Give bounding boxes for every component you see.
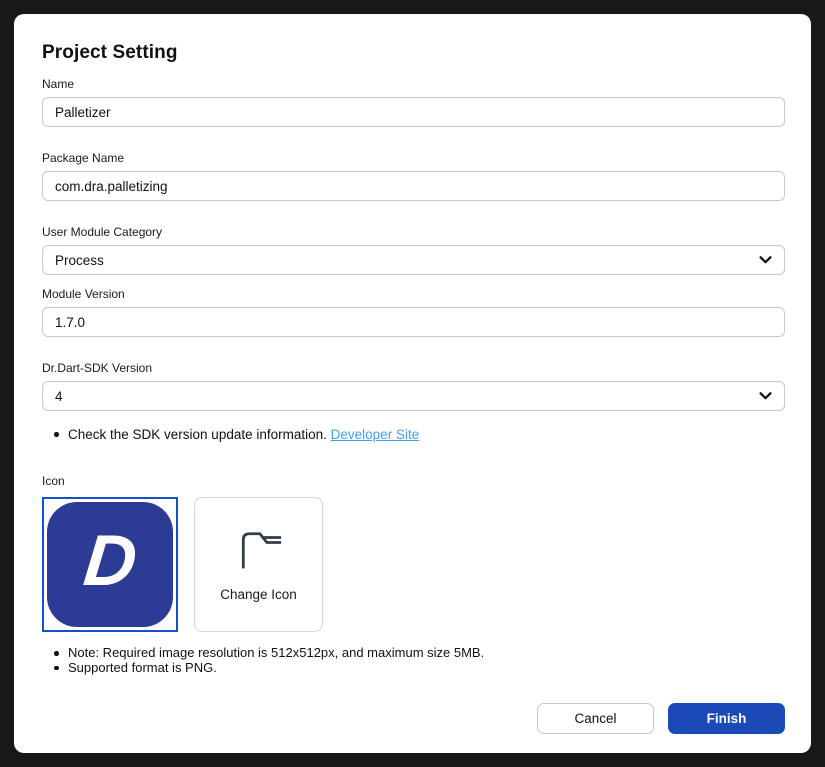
sdk-note-item: Check the SDK version update information… xyxy=(42,427,785,442)
chevron-down-icon xyxy=(759,392,772,400)
app-icon: D xyxy=(47,502,173,627)
category-label: User Module Category xyxy=(42,225,785,239)
note-item: Supported format is PNG. xyxy=(42,661,785,676)
name-input[interactable] xyxy=(42,97,785,127)
module-version-field-group: Module Version xyxy=(42,287,785,337)
category-select[interactable]: Process xyxy=(42,245,785,275)
folder-icon xyxy=(235,527,283,571)
module-version-input[interactable] xyxy=(42,307,785,337)
package-name-field-group: Package Name xyxy=(42,151,785,201)
module-version-label: Module Version xyxy=(42,287,785,301)
app-icon-letter: D xyxy=(81,525,141,597)
project-setting-dialog: Project Setting Name Package Name User M… xyxy=(14,14,811,753)
category-field-group: User Module Category Process xyxy=(42,225,785,275)
package-name-input[interactable] xyxy=(42,171,785,201)
notes-list: Note: Required image resolution is 512x5… xyxy=(42,646,785,675)
icon-section-label: Icon xyxy=(42,474,785,488)
developer-site-link[interactable]: Developer Site xyxy=(331,427,420,442)
icon-row: D Change Icon xyxy=(42,497,785,632)
sdk-version-label: Dr.Dart-SDK Version xyxy=(42,361,785,375)
page-title: Project Setting xyxy=(42,42,785,64)
sdk-version-field-group: Dr.Dart-SDK Version 4 xyxy=(42,361,785,411)
change-icon-button[interactable]: Change Icon xyxy=(194,497,323,632)
sdk-version-selected-value: 4 xyxy=(55,389,63,404)
name-field-group: Name xyxy=(42,77,785,127)
current-icon-tile[interactable]: D xyxy=(42,497,178,632)
category-selected-value: Process xyxy=(55,253,104,268)
finish-button[interactable]: Finish xyxy=(668,703,785,734)
sdk-note-text: Check the SDK version update information… xyxy=(68,427,327,442)
sdk-version-select[interactable]: 4 xyxy=(42,381,785,411)
name-label: Name xyxy=(42,77,785,91)
sdk-note-list: Check the SDK version update information… xyxy=(42,427,785,442)
note-item: Note: Required image resolution is 512x5… xyxy=(42,646,785,661)
chevron-down-icon xyxy=(759,256,772,264)
package-name-label: Package Name xyxy=(42,151,785,165)
cancel-button[interactable]: Cancel xyxy=(537,703,654,734)
button-row: Cancel Finish xyxy=(42,703,785,734)
change-icon-label: Change Icon xyxy=(220,587,297,602)
